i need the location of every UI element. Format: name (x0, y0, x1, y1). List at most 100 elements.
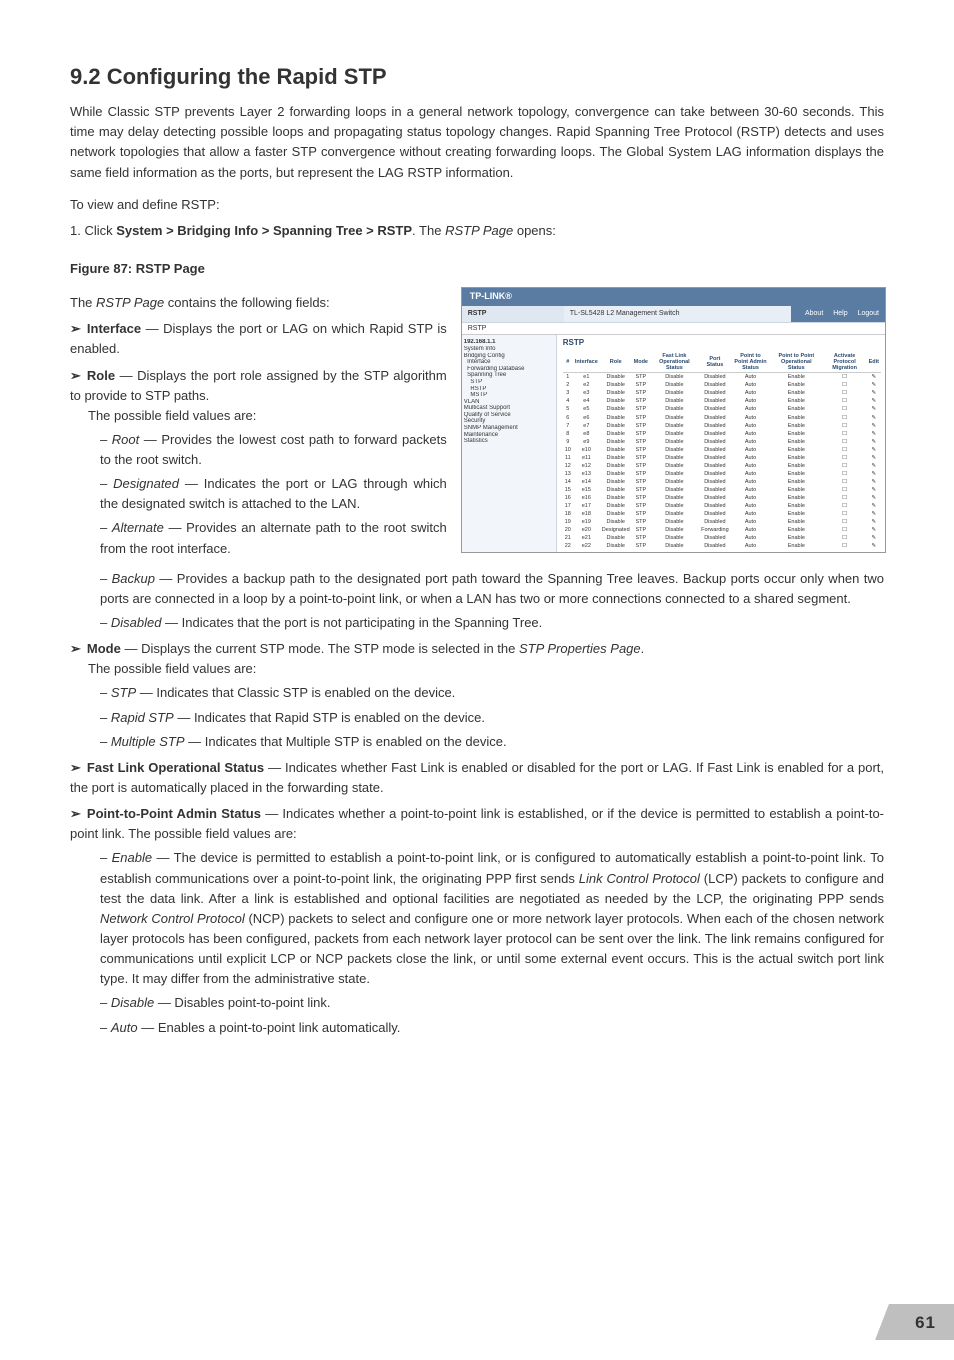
table-cell[interactable]: ☐ (823, 542, 867, 550)
shot-nav-item[interactable]: VLAN (464, 399, 554, 406)
table-cell: Auto (731, 470, 770, 478)
shot-nav-item[interactable]: MSTP (464, 392, 554, 399)
table-cell: Disable (650, 454, 699, 462)
table-cell[interactable]: ☐ (823, 494, 867, 502)
table-cell[interactable]: ✎ (867, 486, 881, 494)
bullet-icon: ➢ (70, 760, 81, 775)
table-cell: Auto (731, 373, 770, 382)
table-cell[interactable]: ☐ (823, 438, 867, 446)
table-cell[interactable]: ✎ (867, 414, 881, 422)
role-root: Root — Provides the lowest cost path to … (100, 430, 447, 470)
table-cell: Enable (770, 518, 823, 526)
fastlink-label: Fast Link Operational Status (87, 760, 264, 775)
table-cell[interactable]: ☐ (823, 397, 867, 405)
shot-nav-item[interactable]: System Info (464, 346, 554, 353)
table-cell[interactable]: ☐ (823, 381, 867, 389)
table-cell: Enable (770, 526, 823, 534)
table-cell[interactable]: ✎ (867, 373, 881, 382)
table-cell: Disable (600, 422, 632, 430)
table-cell: Auto (731, 397, 770, 405)
table-cell: Disabled (699, 502, 731, 510)
table-cell: Auto (731, 414, 770, 422)
table-cell[interactable]: ✎ (867, 526, 881, 534)
shot-help-link[interactable]: Help (833, 310, 847, 317)
table-cell[interactable]: ☐ (823, 462, 867, 470)
table-cell[interactable]: ☐ (823, 534, 867, 542)
table-cell[interactable]: ☐ (823, 414, 867, 422)
table-cell: e1 (573, 373, 600, 382)
shot-nav-item[interactable]: Security (464, 418, 554, 425)
p2p-disable-label: Disable (111, 995, 154, 1010)
table-cell[interactable]: ☐ (823, 470, 867, 478)
table-cell[interactable]: ☐ (823, 510, 867, 518)
table-cell[interactable]: ☐ (823, 430, 867, 438)
table-cell: e5 (573, 405, 600, 413)
shot-panel-label: RSTP (462, 306, 564, 322)
table-cell[interactable]: ☐ (823, 446, 867, 454)
table-cell: e22 (573, 542, 600, 550)
table-cell[interactable]: ☐ (823, 486, 867, 494)
table-cell[interactable]: ✎ (867, 405, 881, 413)
table-cell[interactable]: ☐ (823, 518, 867, 526)
shot-tab[interactable]: RSTP (462, 323, 885, 336)
table-cell[interactable]: ☐ (823, 373, 867, 382)
table-cell[interactable]: ✎ (867, 446, 881, 454)
table-cell[interactable]: ☐ (823, 454, 867, 462)
shot-nav-item[interactable]: Interface (464, 359, 554, 366)
table-cell: Disabled (699, 534, 731, 542)
table-cell[interactable]: ☐ (823, 502, 867, 510)
shot-nav-item[interactable]: STP (464, 379, 554, 386)
role-root-label: Root (112, 432, 139, 447)
table-cell[interactable]: ✎ (867, 478, 881, 486)
shot-nav-item[interactable]: Spanning Tree (464, 372, 554, 379)
table-cell[interactable]: ☐ (823, 389, 867, 397)
table-row: 22e22DisableSTPDisableDisabledAutoEnable… (563, 542, 881, 550)
table-cell[interactable]: ✎ (867, 494, 881, 502)
table-cell[interactable]: ✎ (867, 470, 881, 478)
shot-nav-item[interactable]: RSTP (464, 386, 554, 393)
shot-nav-item[interactable]: Multicast Support (464, 405, 554, 412)
table-cell[interactable]: ✎ (867, 430, 881, 438)
table-cell[interactable]: ✎ (867, 397, 881, 405)
table-cell[interactable]: ✎ (867, 462, 881, 470)
table-cell[interactable]: ☐ (823, 478, 867, 486)
table-cell[interactable]: ☐ (823, 526, 867, 534)
shot-top-links: About Help Logout (791, 306, 885, 322)
table-cell: e10 (573, 446, 600, 454)
table-cell: Auto (731, 430, 770, 438)
role-root-text: — Provides the lowest cost path to forwa… (100, 432, 447, 467)
role-backup-label: Backup (112, 571, 155, 586)
shot-nav-tree[interactable]: 192.168.1.1System InfoBridging Config In… (462, 335, 557, 552)
p2p-enable: Enable — The device is permitted to esta… (100, 848, 884, 989)
shot-nav-item[interactable]: Forwarding Database (464, 366, 554, 373)
table-cell[interactable]: ✎ (867, 438, 881, 446)
table-cell[interactable]: ✎ (867, 422, 881, 430)
table-cell[interactable]: ✎ (867, 518, 881, 526)
bullet-icon: ➢ (70, 321, 81, 336)
table-cell[interactable]: ☐ (823, 422, 867, 430)
table-cell: Enable (770, 389, 823, 397)
table-cell[interactable]: ✎ (867, 510, 881, 518)
shot-about-link[interactable]: About (805, 310, 823, 317)
table-cell: 17 (563, 502, 573, 510)
table-cell[interactable]: ✎ (867, 389, 881, 397)
table-cell[interactable]: ✎ (867, 542, 881, 550)
shot-nav-item[interactable]: Bridging Config (464, 353, 554, 360)
table-cell: Disable (650, 414, 699, 422)
table-cell: Disable (600, 430, 632, 438)
intro-paragraph: While Classic STP prevents Layer 2 forwa… (70, 102, 884, 183)
table-cell[interactable]: ✎ (867, 502, 881, 510)
shot-nav-item[interactable]: Quality of Service (464, 412, 554, 419)
shot-nav-item[interactable]: Statistics (464, 438, 554, 445)
table-cell[interactable]: ☐ (823, 405, 867, 413)
table-cell: Enable (770, 502, 823, 510)
table-cell[interactable]: ✎ (867, 534, 881, 542)
shot-nav-item[interactable]: SNMP Management (464, 425, 554, 432)
table-cell: STP (632, 470, 650, 478)
shot-logout-link[interactable]: Logout (858, 310, 879, 317)
table-cell[interactable]: ✎ (867, 454, 881, 462)
table-cell: e8 (573, 430, 600, 438)
shot-nav-item[interactable]: Maintenance (464, 432, 554, 439)
table-cell[interactable]: ✎ (867, 381, 881, 389)
table-cell: e21 (573, 534, 600, 542)
